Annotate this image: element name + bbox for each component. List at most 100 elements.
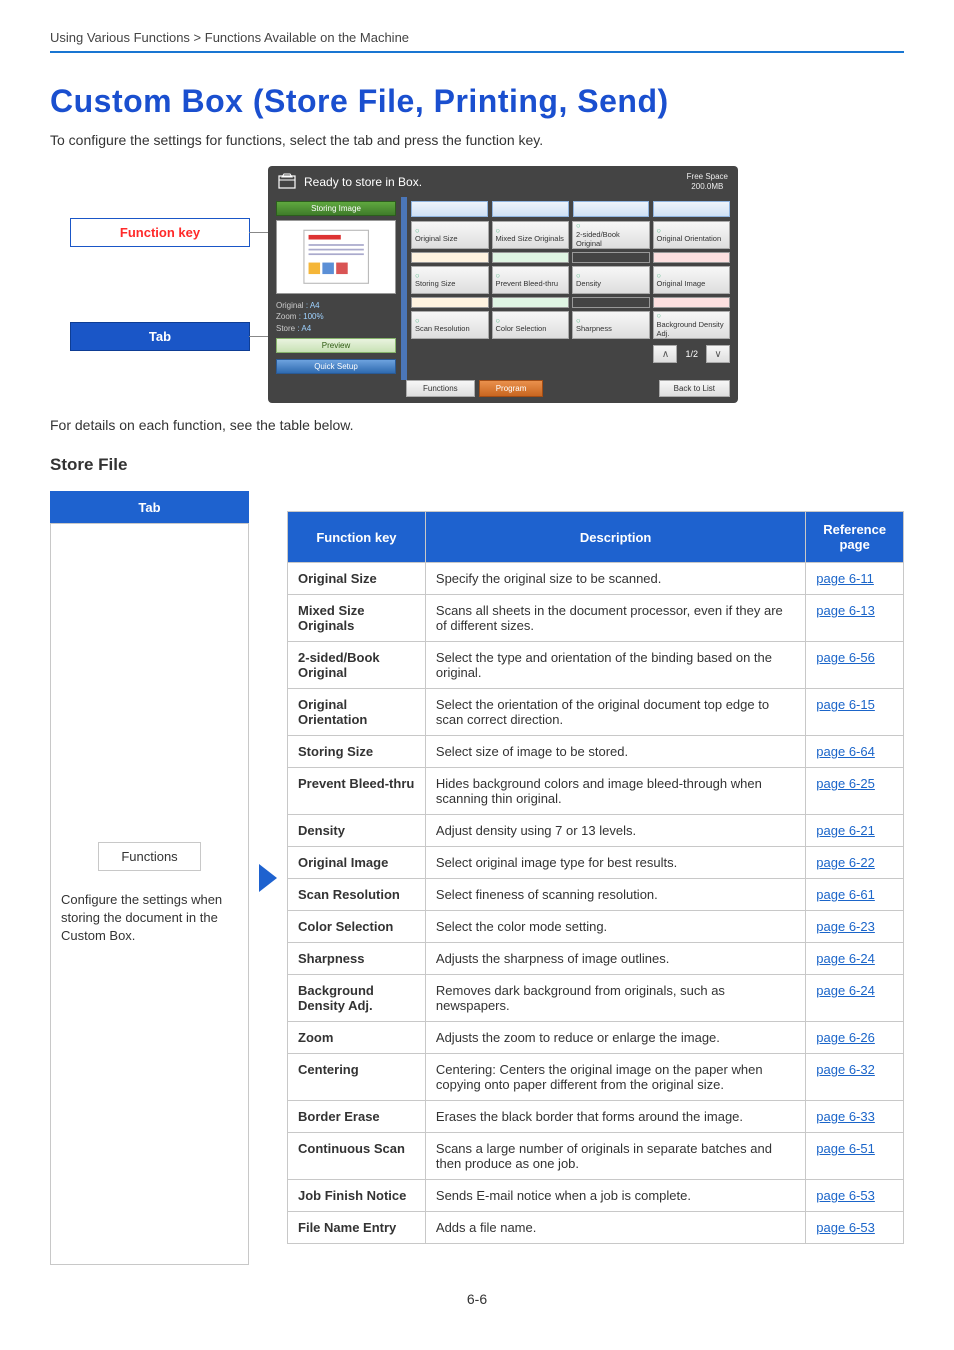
function-grid: Original SizeMixed Size Originals2-sided… bbox=[411, 221, 730, 339]
table-row: Original SizeSpecify the original size t… bbox=[288, 563, 904, 595]
mode-icon-4[interactable] bbox=[653, 201, 730, 217]
page-up-button[interactable]: ∧ bbox=[653, 345, 677, 363]
table-row: Continuous ScanScans a large number of o… bbox=[288, 1133, 904, 1180]
fn-original-orientation[interactable]: Original Orientation bbox=[653, 221, 731, 249]
mini-indicator bbox=[411, 252, 489, 263]
storing-image-badge: Storing Image bbox=[276, 201, 396, 216]
cell-function-key: Mixed Size Originals bbox=[288, 595, 426, 642]
cell-description: Removes dark background from originals, … bbox=[425, 975, 805, 1022]
cell-function-key: Storing Size bbox=[288, 736, 426, 768]
cell-reference-link[interactable]: page 6-56 bbox=[806, 642, 904, 689]
fn-2-sided-book-original[interactable]: 2-sided/Book Original bbox=[572, 221, 650, 249]
cell-description: Sends E-mail notice when a job is comple… bbox=[425, 1180, 805, 1212]
cell-reference-link[interactable]: page 6-21 bbox=[806, 815, 904, 847]
fn-mixed-size-originals[interactable]: Mixed Size Originals bbox=[492, 221, 570, 249]
cell-reference-link[interactable]: page 6-53 bbox=[806, 1180, 904, 1212]
fn-prevent-bleed-thru[interactable]: Prevent Bleed-thru bbox=[492, 266, 570, 294]
cell-reference-link[interactable]: page 6-61 bbox=[806, 879, 904, 911]
cell-description: Erases the black border that forms aroun… bbox=[425, 1101, 805, 1133]
function-table: Function key Description Reference page … bbox=[287, 511, 904, 1244]
table-row: SharpnessAdjusts the sharpness of image … bbox=[288, 943, 904, 975]
cell-function-key: Original Image bbox=[288, 847, 426, 879]
cell-function-key: Scan Resolution bbox=[288, 879, 426, 911]
table-row: Background Density Adj.Removes dark back… bbox=[288, 975, 904, 1022]
cell-reference-link[interactable]: page 6-24 bbox=[806, 975, 904, 1022]
table-row: 2-sided/Book OriginalSelect the type and… bbox=[288, 642, 904, 689]
cell-function-key: Background Density Adj. bbox=[288, 975, 426, 1022]
cell-description: Adjusts the zoom to reduce or enlarge th… bbox=[425, 1022, 805, 1054]
cell-description: Adds a file name. bbox=[425, 1212, 805, 1244]
cell-reference-link[interactable]: page 6-26 bbox=[806, 1022, 904, 1054]
divider bbox=[50, 51, 904, 53]
cell-reference-link[interactable]: page 6-13 bbox=[806, 595, 904, 642]
cell-description: Scans a large number of originals in sep… bbox=[425, 1133, 805, 1180]
cell-reference-link[interactable]: page 6-33 bbox=[806, 1101, 904, 1133]
mode-icons bbox=[411, 201, 730, 217]
cell-function-key: Border Erase bbox=[288, 1101, 426, 1133]
mini-indicator bbox=[492, 252, 570, 263]
cell-description: Select the color mode setting. bbox=[425, 911, 805, 943]
cell-reference-link[interactable]: page 6-23 bbox=[806, 911, 904, 943]
cell-function-key: Prevent Bleed-thru bbox=[288, 768, 426, 815]
box-icon bbox=[278, 173, 296, 191]
table-row: Original ImageSelect original image type… bbox=[288, 847, 904, 879]
mode-icon-1[interactable] bbox=[411, 201, 488, 217]
mode-icon-2[interactable] bbox=[492, 201, 569, 217]
back-to-list-button[interactable]: Back to List bbox=[659, 380, 730, 397]
mini-indicator bbox=[492, 297, 570, 308]
details-text: For details on each function, see the ta… bbox=[50, 417, 904, 433]
quick-setup-button[interactable]: Quick Setup bbox=[276, 359, 396, 374]
table-row: CenteringCentering: Centers the original… bbox=[288, 1054, 904, 1101]
cell-reference-link[interactable]: page 6-32 bbox=[806, 1054, 904, 1101]
cell-description: Adjust density using 7 or 13 levels. bbox=[425, 815, 805, 847]
cell-description: Specify the original size to be scanned. bbox=[425, 563, 805, 595]
cell-description: Select fineness of scanning resolution. bbox=[425, 879, 805, 911]
cell-reference-link[interactable]: page 6-15 bbox=[806, 689, 904, 736]
tabcol-header: Tab bbox=[50, 491, 249, 523]
panel-title: Ready to store in Box. bbox=[304, 175, 422, 189]
cell-reference-link[interactable]: page 6-22 bbox=[806, 847, 904, 879]
mini-indicator bbox=[653, 297, 731, 308]
page-down-button[interactable]: ∨ bbox=[706, 345, 730, 363]
fn-storing-size[interactable]: Storing Size bbox=[411, 266, 489, 294]
tab-program[interactable]: Program bbox=[479, 380, 544, 397]
cell-reference-link[interactable]: page 6-53 bbox=[806, 1212, 904, 1244]
tabcol-fnlabel: Functions bbox=[98, 842, 200, 871]
mode-icon-3[interactable] bbox=[573, 201, 650, 217]
table-row: Original OrientationSelect the orientati… bbox=[288, 689, 904, 736]
cell-description: Select original image type for best resu… bbox=[425, 847, 805, 879]
cell-function-key: 2-sided/Book Original bbox=[288, 642, 426, 689]
table-row: Storing SizeSelect size of image to be s… bbox=[288, 736, 904, 768]
table-row: Mixed Size OriginalsScans all sheets in … bbox=[288, 595, 904, 642]
cell-reference-link[interactable]: page 6-11 bbox=[806, 563, 904, 595]
table-row: Prevent Bleed-thruHides background color… bbox=[288, 768, 904, 815]
cell-function-key: Original Orientation bbox=[288, 689, 426, 736]
th-reference: Reference page bbox=[806, 512, 904, 563]
cell-description: Select the orientation of the original d… bbox=[425, 689, 805, 736]
table-row: ZoomAdjusts the zoom to reduce or enlarg… bbox=[288, 1022, 904, 1054]
fn-original-image[interactable]: Original Image bbox=[653, 266, 731, 294]
cell-description: Adjusts the sharpness of image outlines. bbox=[425, 943, 805, 975]
cell-reference-link[interactable]: page 6-51 bbox=[806, 1133, 904, 1180]
preview-info: Original : A4 Zoom : 100% Store : A4 bbox=[276, 300, 396, 334]
fn-density[interactable]: Density bbox=[572, 266, 650, 294]
cell-description: Centering: Centers the original image on… bbox=[425, 1054, 805, 1101]
breadcrumb: Using Various Functions > Functions Avai… bbox=[50, 30, 904, 45]
fn-scan-resolution[interactable]: Scan Resolution bbox=[411, 311, 489, 339]
mini-indicator bbox=[653, 252, 731, 263]
section-title: Store File bbox=[50, 455, 904, 475]
fn-original-size[interactable]: Original Size bbox=[411, 221, 489, 249]
table-row: File Name EntryAdds a file name.page 6-5… bbox=[288, 1212, 904, 1244]
free-space: Free Space200.0MB bbox=[687, 172, 728, 191]
th-function-key: Function key bbox=[288, 512, 426, 563]
fn-sharpness[interactable]: Sharpness bbox=[572, 311, 650, 339]
cell-reference-link[interactable]: page 6-24 bbox=[806, 943, 904, 975]
tab-functions[interactable]: Functions bbox=[406, 380, 475, 397]
fn-color-selection[interactable]: Color Selection bbox=[492, 311, 570, 339]
preview-button[interactable]: Preview bbox=[276, 338, 396, 353]
fn-background-density-adj-[interactable]: Background Density Adj. bbox=[653, 311, 731, 339]
cell-reference-link[interactable]: page 6-25 bbox=[806, 768, 904, 815]
cell-reference-link[interactable]: page 6-64 bbox=[806, 736, 904, 768]
table-row: Color SelectionSelect the color mode set… bbox=[288, 911, 904, 943]
intro-text: To configure the settings for functions,… bbox=[50, 132, 904, 148]
